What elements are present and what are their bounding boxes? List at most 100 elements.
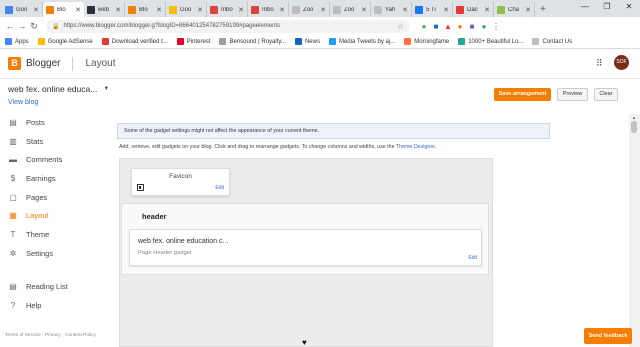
sidebar-item-posts[interactable]: ▤ Posts	[0, 113, 110, 132]
bookmark-item[interactable]: News	[294, 38, 320, 45]
browser-tab[interactable]: Inbo ✕	[207, 2, 248, 17]
window-controls: — ❐ ✕	[574, 0, 640, 14]
theme-notice: Some of the gadget settings might not af…	[117, 123, 550, 139]
extension-icon[interactable]: ●	[478, 22, 490, 31]
bookmark-item[interactable]: Morningfame	[404, 38, 449, 45]
tab-close-icon[interactable]: ✕	[197, 6, 203, 14]
close-window-icon[interactable]: ✕	[618, 0, 640, 14]
sidebar-item-help[interactable]: ? Help	[0, 296, 110, 315]
tab-title: Blo	[139, 6, 148, 13]
browser-tab[interactable]: Goo ✕	[166, 2, 207, 17]
extension-icon[interactable]: ▲	[442, 22, 454, 31]
maximize-icon[interactable]: ❐	[596, 0, 618, 14]
bookmarks-bar: Apps Google AdSense Download verified t...…	[0, 35, 640, 49]
new-tab-button[interactable]: +	[540, 2, 546, 17]
tab-list: Goo ✕ Blo ✕ web ✕ Blo ✕ Goo ✕ Inbo ✕ Inbo ✕ Zoo ✕ Zoo ✕ Ya…	[2, 2, 535, 17]
tab-close-icon[interactable]: ✕	[115, 6, 121, 14]
edit-link[interactable]: Edit	[468, 255, 477, 261]
sidebar-item-stats[interactable]: ▥ Stats	[0, 132, 110, 151]
bookmark-item[interactable]: Contact Us	[532, 38, 572, 45]
page-header-gadget[interactable]: web fex. online education c... Page Head…	[129, 229, 482, 266]
sidebar-item-earnings[interactable]: $ Earnings	[0, 169, 110, 188]
preview-button[interactable]: Preview	[557, 88, 588, 101]
sidebar-item-pages[interactable]: ▢ Pages	[0, 188, 110, 207]
tab-close-icon[interactable]: ✕	[33, 6, 39, 14]
sidebar-item-label: Settings	[26, 248, 54, 258]
avatar[interactable]: SOF	[614, 55, 629, 70]
scrollbar-thumb[interactable]	[631, 121, 637, 133]
apps-grid-icon[interactable]: ⠿	[596, 58, 603, 69]
tab-title: Inbo	[221, 6, 233, 13]
browser-tab[interactable]: Blo ✕	[125, 2, 166, 17]
browser-tab[interactable]: Blo ✕	[43, 2, 84, 17]
tab-close-icon[interactable]: ✕	[279, 6, 285, 14]
send-feedback-button[interactable]: Send feedback	[584, 328, 632, 344]
tab-title: Zoo	[344, 6, 355, 13]
sidebar-item-label: Help	[26, 300, 42, 310]
blogger-logo-icon[interactable]: B	[8, 57, 21, 70]
blog-selector[interactable]: web fex. online educa... ▼	[8, 84, 109, 94]
browser-tab[interactable]: web ✕	[84, 2, 125, 17]
tab-close-icon[interactable]: ✕	[402, 6, 408, 14]
heart-icon: ♥	[302, 338, 307, 347]
scrollbar[interactable]: ▲	[629, 114, 640, 347]
browser-tab[interactable]: Zoo ✕	[330, 2, 371, 17]
edit-link[interactable]: Edit	[215, 185, 224, 191]
minimize-icon[interactable]: —	[574, 0, 596, 14]
theme-designer-link[interactable]: Theme Designer	[396, 144, 435, 150]
bookmark-item[interactable]: Apps	[5, 38, 29, 45]
reload-icon[interactable]: ↻	[28, 21, 40, 32]
extension-icon[interactable]: ■	[466, 22, 478, 31]
sidebar-secondary-nav: ▤ Reading List? Help	[0, 277, 110, 314]
forward-icon[interactable]: →	[16, 21, 28, 31]
bookmark-item[interactable]: Media Tweets by aj...	[328, 38, 396, 45]
bookmark-star-icon[interactable]: ☆	[397, 22, 404, 31]
tab-close-icon[interactable]: ✕	[320, 6, 326, 14]
browser-tab[interactable]: Zoo ✕	[289, 2, 330, 17]
menu-icon[interactable]: ⋮	[490, 22, 502, 31]
scroll-up-icon[interactable]: ▲	[632, 115, 636, 120]
sidebar-item-layout[interactable]: ▦ Layout	[0, 206, 110, 225]
back-icon[interactable]: ←	[4, 21, 16, 31]
extension-icon[interactable]: ●	[418, 22, 430, 31]
tab-close-icon[interactable]: ✕	[156, 6, 162, 14]
tab-close-icon[interactable]: ✕	[238, 6, 244, 14]
view-blog-link[interactable]: View blog	[8, 99, 38, 106]
browser-tab[interactable]: Goo ✕	[2, 2, 43, 17]
browser-tab[interactable]: Inbo ✕	[248, 2, 289, 17]
tab-title: Goo	[180, 6, 192, 13]
favicon-icon	[137, 184, 144, 191]
bookmark-item[interactable]: Download verified t...	[101, 38, 168, 45]
bookmark-item[interactable]: 1000+ Beautiful Lo...	[458, 38, 523, 45]
sidebar-item-comments[interactable]: ▬ Comments	[0, 150, 110, 169]
tab-close-icon[interactable]: ✕	[525, 6, 531, 14]
layout-instructions: Add, remove, edit gadgets on your blog. …	[119, 144, 437, 150]
tab-close-icon[interactable]: ✕	[361, 6, 367, 14]
save-arrangement-button[interactable]: Save arrangement	[494, 88, 551, 101]
sidebar-item-label: Reading List	[26, 281, 68, 291]
sidebar-item-reading-list[interactable]: ▤ Reading List	[0, 277, 110, 296]
bookmark-item[interactable]: Google AdSense	[37, 38, 93, 45]
browser-tab[interactable]: Yah ✕	[371, 2, 412, 17]
sidebar-item-theme[interactable]: T Theme	[0, 225, 110, 244]
tab-close-icon[interactable]: ✕	[75, 6, 81, 14]
tab-favicon-icon	[292, 5, 300, 14]
extension-icon[interactable]: ●	[454, 22, 466, 31]
browser-tab[interactable]: 5 Ti ✕	[412, 2, 453, 17]
tab-close-icon[interactable]: ✕	[443, 6, 449, 14]
sidebar-footer-links[interactable]: Terms of Service · Privacy · Content Pol…	[5, 333, 96, 338]
bookmark-item[interactable]: Pinterest	[176, 38, 210, 45]
sidebar-item-settings[interactable]: ✲ Settings	[0, 244, 110, 263]
posts-icon: ▤	[9, 117, 17, 127]
url-input[interactable]: 🔒 https://www.blogger.com/blogger.g?blog…	[46, 19, 410, 33]
browser-tab[interactable]: Cha ✕	[494, 2, 535, 17]
sidebar-nav: ▤ Posts ▥ Stats ▬ Comments $ Earnings ▢ Pages ▦ Lay…	[0, 113, 110, 263]
bookmark-item[interactable]: Bensound | Royalty...	[219, 38, 286, 45]
address-bar: ← → ↻ 🔒 https://www.blogger.com/blogger.…	[0, 17, 640, 35]
favicon-gadget[interactable]: Favicon Edit	[131, 168, 230, 196]
bookmark-label: Media Tweets by aj...	[338, 38, 396, 45]
tab-close-icon[interactable]: ✕	[484, 6, 490, 14]
extension-icon[interactable]: ■	[430, 22, 442, 31]
browser-tab[interactable]: Dac ✕	[453, 2, 494, 17]
clear-button[interactable]: Clear	[594, 88, 618, 101]
